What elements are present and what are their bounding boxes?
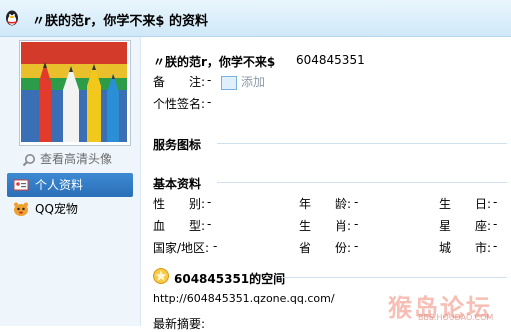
divider	[217, 143, 507, 144]
qq-penguin-icon	[6, 10, 18, 26]
gender-value: -	[207, 195, 212, 209]
add-remark-button[interactable]: 添加	[221, 73, 265, 90]
province-value: -	[354, 239, 359, 253]
signature-value: -	[207, 95, 212, 109]
qzone-star-icon	[153, 268, 169, 284]
qzone-heading: 604845351的空间	[174, 272, 286, 286]
signature-label: 个性签名:	[153, 97, 206, 111]
nickname: 〃朕的范r，你学不来$	[153, 53, 275, 70]
window-title: 〃朕的范r，你学不来$ 的资料	[32, 14, 208, 29]
blood-type-value: -	[207, 217, 212, 231]
age-value: -	[354, 195, 359, 209]
divider	[281, 277, 507, 278]
city-value: -	[493, 239, 498, 253]
country-label: 国家/地区:	[153, 241, 210, 255]
birthday-label: 生 日:	[439, 197, 492, 211]
qq-number: 604845351	[296, 53, 365, 67]
sidebar: 查看高清头像 个人资料 QQ宠物	[0, 37, 141, 326]
nickname-text: 〃朕的范r，你学不来$	[153, 55, 276, 69]
sidebar-item-profile[interactable]: 个人资料	[7, 173, 133, 197]
qq-pet-icon	[14, 202, 28, 216]
avatar[interactable]	[19, 40, 131, 146]
watermark-url: BBS.HOUDAO.COM	[418, 313, 494, 322]
city-label: 城 市:	[439, 241, 492, 255]
constellation-value: -	[493, 217, 498, 231]
view-hd-avatar-label: 查看高清头像	[40, 152, 113, 166]
avatar-image	[21, 42, 127, 142]
sidebar-item-label: 个人资料	[35, 178, 84, 192]
qzone-url-link[interactable]: http://604845351.qzone.qq.com/	[153, 292, 335, 305]
province-label: 省 份:	[299, 241, 352, 255]
age-label: 年 龄:	[299, 197, 352, 211]
country-value: -	[213, 239, 218, 253]
profile-content: 〃朕的范r，你学不来$ 604845351 备 注: - 添加 个性签名: - …	[141, 37, 511, 331]
remark-label: 备 注:	[153, 75, 206, 89]
services-heading: 服务图标	[153, 138, 202, 152]
latest-summary-label: 最新摘要:	[153, 317, 206, 331]
constellation-label: 星 座:	[439, 219, 492, 233]
edit-icon	[221, 75, 237, 90]
gender-label: 性 别:	[153, 197, 206, 211]
remark-value: -	[207, 73, 212, 87]
view-hd-avatar-link[interactable]: 查看高清头像	[22, 150, 112, 167]
window-title-bar: 〃朕的范r，你学不来$ 的资料	[0, 0, 511, 37]
sidebar-item-qq-pet[interactable]: QQ宠物	[7, 197, 133, 221]
blood-type-label: 血 型:	[153, 219, 206, 233]
divider	[217, 182, 507, 183]
birthday-value: -	[493, 195, 498, 209]
basic-info-heading: 基本资料	[153, 177, 202, 191]
profile-card-icon	[13, 179, 29, 191]
add-remark-label: 添加	[241, 75, 266, 89]
zodiac-label: 生 肖:	[299, 219, 352, 233]
magnifier-icon	[22, 153, 35, 166]
zodiac-value: -	[354, 217, 359, 231]
sidebar-item-label: QQ宠物	[35, 202, 78, 216]
